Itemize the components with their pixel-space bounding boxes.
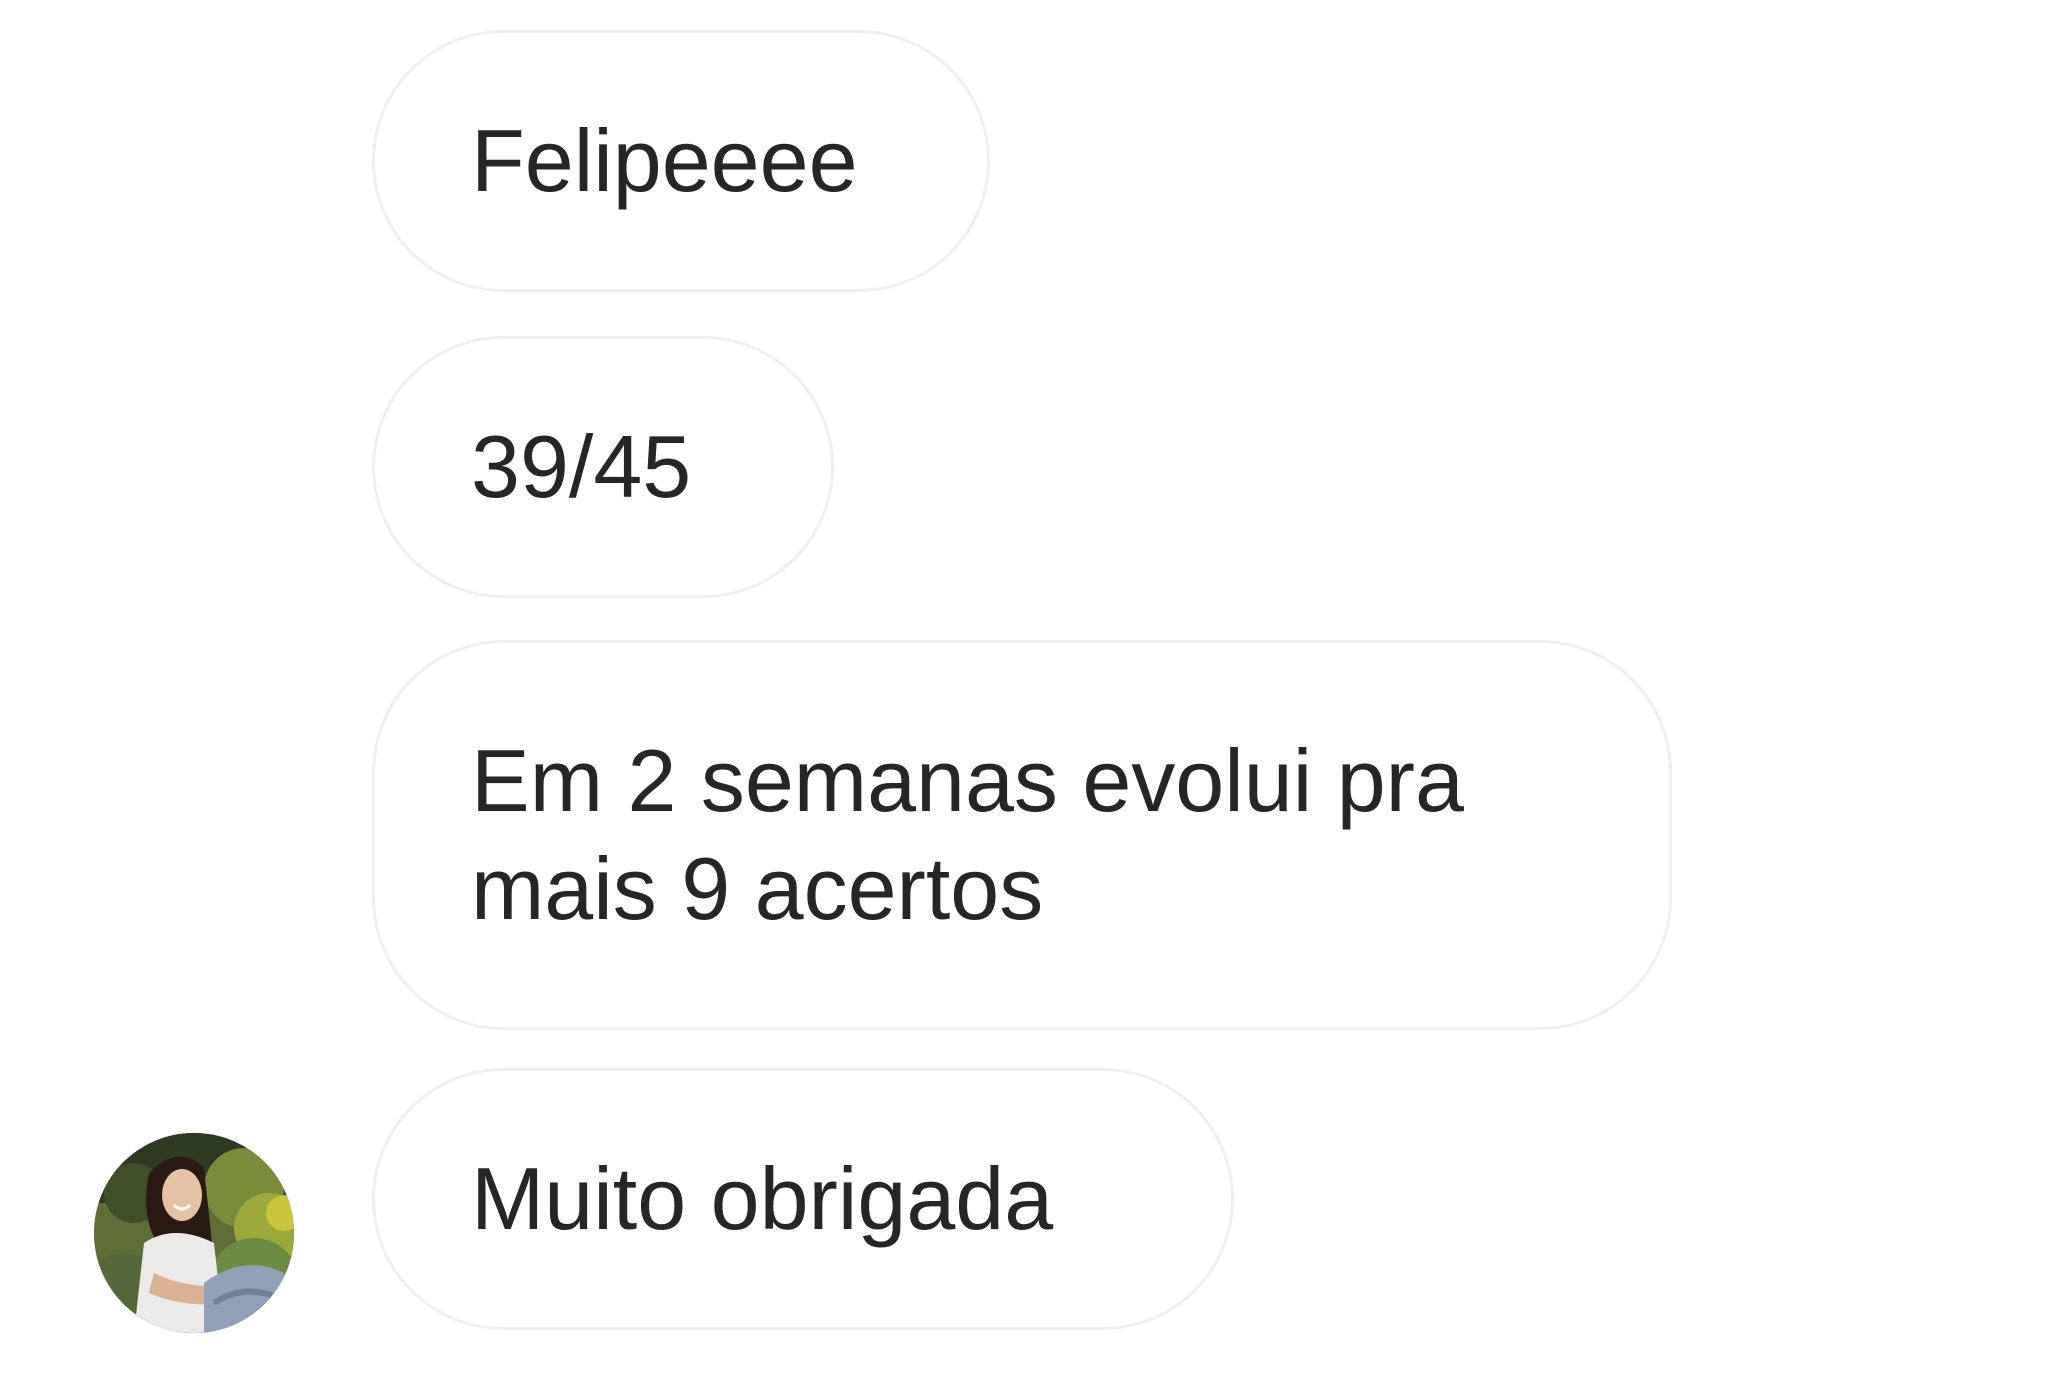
avatar[interactable]: [94, 1133, 294, 1333]
message-text: Em 2 semanas evolui pra mais 9 acertos: [471, 731, 1464, 938]
message-text: Felipeeee: [471, 111, 858, 210]
message-bubble[interactable]: Felipeeee: [372, 30, 990, 292]
profile-photo-icon: [94, 1133, 294, 1333]
chat-thread: Felipeeee 39/45 Em 2 semanas evolui pra …: [0, 0, 2048, 1388]
message-text: 39/45: [471, 417, 692, 516]
message-bubble[interactable]: Em 2 semanas evolui pra mais 9 acertos: [372, 640, 1672, 1030]
message-bubble[interactable]: 39/45: [372, 336, 834, 598]
message-text: Muito obrigada: [471, 1149, 1054, 1248]
message-bubble[interactable]: Muito obrigada: [372, 1068, 1234, 1330]
